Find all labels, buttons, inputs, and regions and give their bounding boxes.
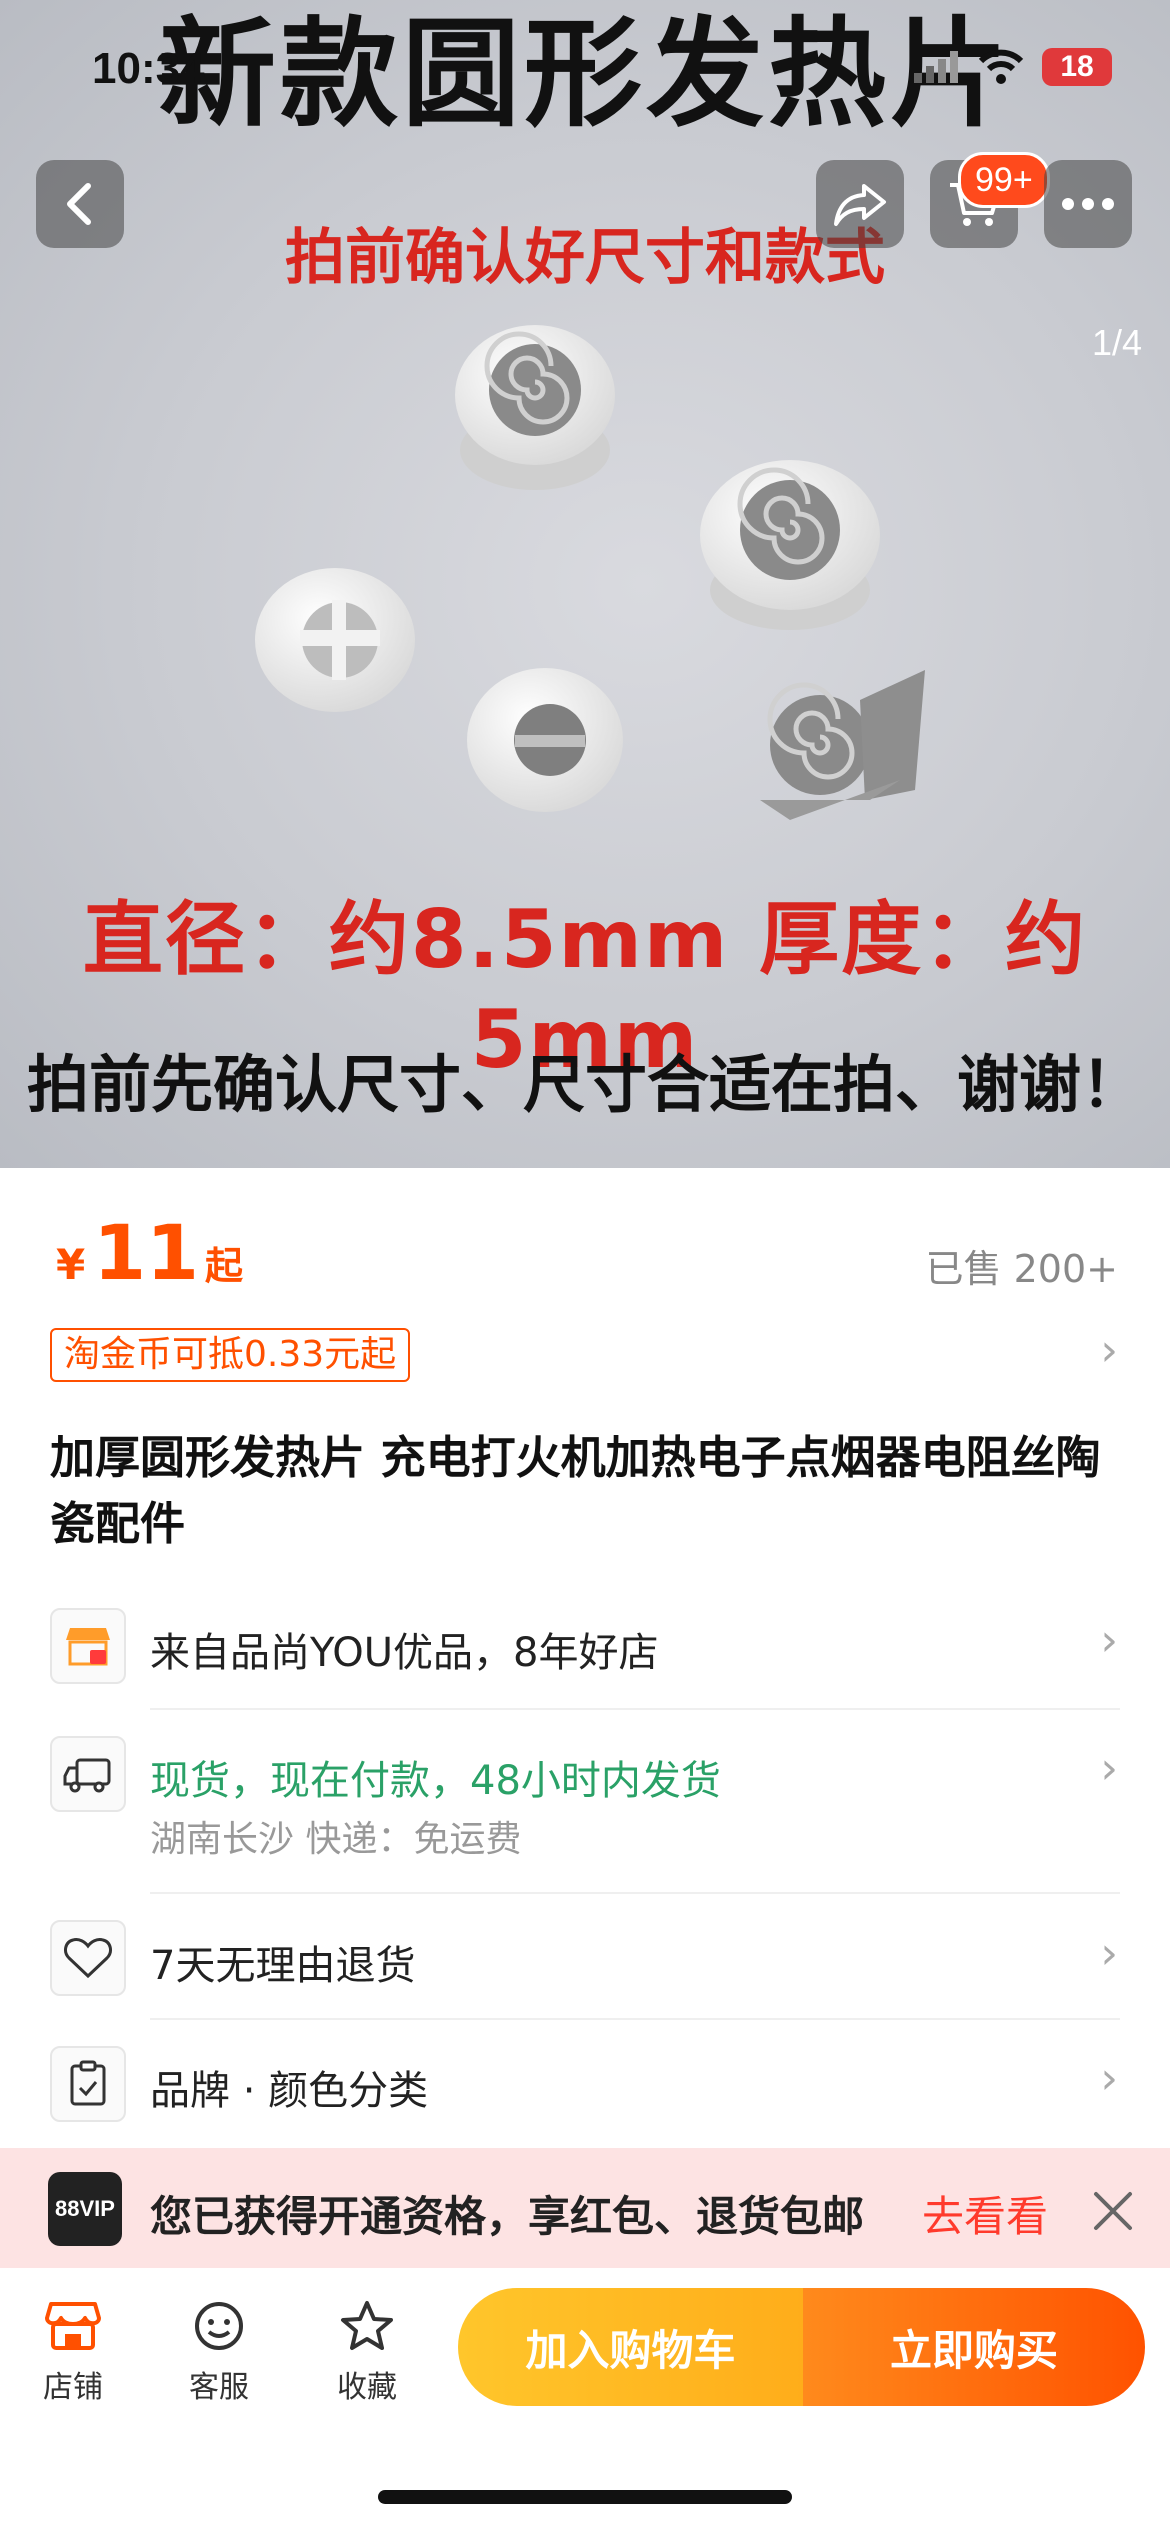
heart-icon [50, 1920, 126, 1996]
cart-count-badge: 99+ [958, 152, 1050, 208]
shipping-origin: 湖南长沙 快递：免运费 [150, 1819, 522, 1860]
tab-shop-label: 店铺 [43, 2370, 103, 2405]
returns-policy: 7天无理由退货 [150, 1943, 416, 1989]
chevron-right-icon: › [1100, 1615, 1118, 1666]
more-icon [1062, 198, 1114, 210]
tab-favorite-label: 收藏 [337, 2370, 397, 2405]
chevron-right-icon[interactable]: › [1100, 1325, 1118, 1376]
star-icon [341, 2301, 393, 2350]
image-note-text: 拍前先确认尺寸、尺寸合适在拍、谢谢！ [26, 1048, 1143, 1121]
add-to-cart-button[interactable]: 加入购物车 [458, 2288, 803, 2406]
status-time: 10:34 [92, 44, 205, 93]
shop-icon [50, 1608, 126, 1684]
88vip-logo: 88VIP [48, 2172, 122, 2246]
vip-message: 您已获得开通资格，享红包、退货包邮 [150, 2192, 865, 2241]
price: ¥ 11 起 [56, 1208, 243, 1297]
more-button[interactable] [1044, 160, 1132, 248]
share-button[interactable] [816, 160, 904, 248]
signal-icon [914, 51, 958, 83]
price-suffix: 起 [205, 1244, 244, 1288]
back-button[interactable] [36, 160, 124, 248]
currency-symbol: ¥ [56, 1240, 86, 1289]
chevron-right-icon: › [1100, 1743, 1118, 1794]
chevron-left-icon [67, 183, 91, 225]
coin-coupon-badge[interactable]: 淘金币可抵0.33元起 [50, 1328, 411, 1382]
clipboard-icon [50, 2046, 126, 2122]
service-icon [195, 2302, 243, 2350]
shop-info: 来自品尚YOU优品，8年好店 [150, 1630, 659, 1676]
share-icon [834, 184, 886, 226]
home-indicator [378, 2490, 792, 2504]
chevron-right-icon: › [1100, 1928, 1118, 1979]
divider [150, 2018, 1120, 2020]
divider [150, 1892, 1120, 1894]
chevron-right-icon: › [1100, 2053, 1118, 2104]
image-counter: 1/4 [1091, 322, 1142, 363]
tab-service-label: 客服 [189, 2370, 249, 2405]
tab-favorite[interactable]: 收藏 [312, 2300, 422, 2406]
sold-count: 已售 200+ [925, 1247, 1118, 1291]
product-title: 加厚圆形发热片 充电打火机加热电子点烟器电阻丝陶瓷配件 [50, 1431, 1101, 1550]
sku-selector: 品牌 · 颜色分类 [150, 2068, 429, 2114]
status-icons: 18 [914, 48, 1112, 86]
store-icon [45, 2302, 101, 2350]
truck-icon [50, 1736, 126, 1812]
close-icon[interactable] [1092, 2190, 1134, 2232]
wifi-icon [978, 49, 1024, 84]
vip-go-link[interactable]: 去看看 [922, 2183, 1048, 2244]
tab-shop[interactable]: 店铺 [18, 2300, 128, 2406]
tab-service[interactable]: 客服 [164, 2300, 274, 2406]
buy-now-button[interactable]: 立即购买 [803, 2288, 1145, 2406]
price-value: 11 [93, 1208, 199, 1297]
battery-indicator: 18 [1042, 48, 1112, 86]
shipping-status: 现货，现在付款，48小时内发货 [150, 1758, 721, 1804]
divider [150, 1708, 1120, 1710]
